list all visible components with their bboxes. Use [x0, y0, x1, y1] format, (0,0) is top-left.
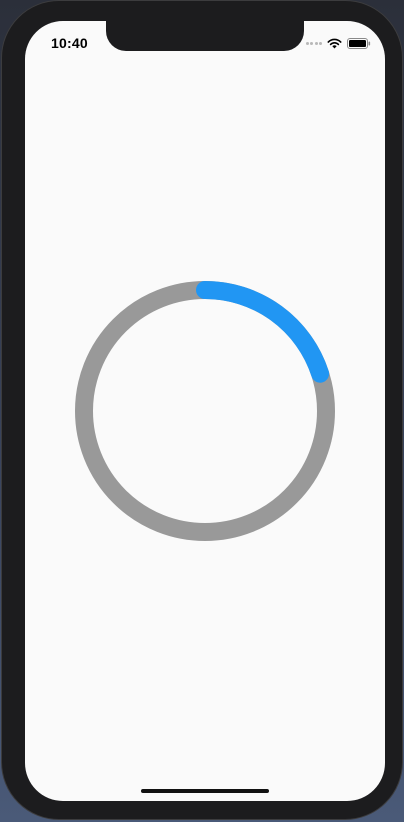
progress-ring-svg [75, 281, 335, 541]
status-icons [305, 38, 372, 49]
phone-frame: 10:40 [1, 0, 403, 820]
wifi-icon [327, 38, 342, 49]
notch [106, 21, 304, 51]
circular-progress [73, 279, 337, 543]
home-indicator[interactable] [141, 789, 269, 793]
cellular-signal-icon [305, 42, 322, 45]
phone-screen: 10:40 [25, 21, 385, 801]
battery-icon [347, 38, 371, 49]
status-time: 10:40 [51, 35, 88, 51]
